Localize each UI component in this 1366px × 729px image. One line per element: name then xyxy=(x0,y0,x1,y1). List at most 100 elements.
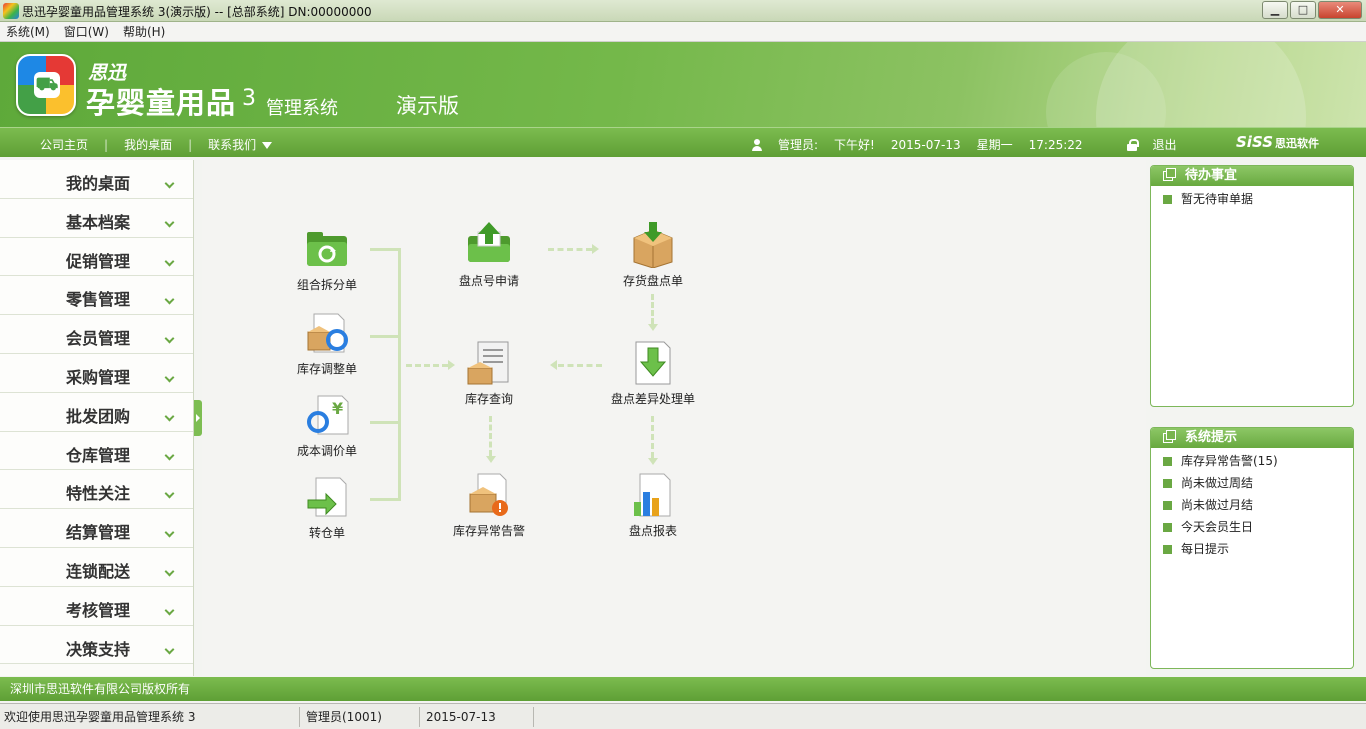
flow-node-stock-alert[interactable]: 库存异常告警 xyxy=(429,472,549,539)
bullet-icon xyxy=(1163,501,1172,510)
status-welcome: 欢迎使用思迅孕婴童用品管理系统 3 xyxy=(0,707,300,727)
flow-node-label: 盘点报表 xyxy=(628,524,677,538)
system-tips-title: 系统提示 xyxy=(1185,430,1238,445)
list-item[interactable]: 每日提示 xyxy=(1163,540,1353,562)
sidebar-item-label: 基本档案 xyxy=(66,212,131,232)
bullet-icon xyxy=(1163,195,1172,204)
flow-node-stock-adjust[interactable]: 库存调整单 xyxy=(267,310,387,377)
sidebar-item-archives[interactable]: 基本档案 xyxy=(0,198,193,238)
menu-help[interactable]: 帮助(H) xyxy=(123,23,165,40)
nav-company-home[interactable]: 公司主页 xyxy=(40,136,88,153)
sidebar-item-label: 会员管理 xyxy=(66,329,131,349)
sidebar-item-distribution[interactable]: 连锁配送 xyxy=(0,547,193,587)
nav-separator: | xyxy=(188,137,193,152)
minimize-button[interactable]: ▁ xyxy=(1262,1,1288,19)
sidebar-item-decision[interactable]: 决策支持 xyxy=(0,625,193,665)
maximize-button[interactable]: □ xyxy=(1290,1,1316,19)
panel-window-icon xyxy=(1163,168,1176,181)
product-version: 3 xyxy=(242,86,256,111)
chevron-down-icon xyxy=(164,333,175,344)
list-item-label: 每日提示 xyxy=(1181,542,1230,556)
flow-node-count-report[interactable]: 盘点报表 xyxy=(593,472,713,539)
flow-node-label: 成本调价单 xyxy=(296,444,357,458)
bullet-icon xyxy=(1163,523,1172,532)
status-datetime: 2015-07-13 17:25 xyxy=(422,707,534,727)
workflow-area: 组合拆分单 库存调整单 ¥ 成本调价单 转仓单 盘点号申请 库存查询 库存异常告… xyxy=(202,160,1146,676)
nav-contact-us[interactable]: 联系我们 xyxy=(208,136,273,153)
flow-node-label: 库存调整单 xyxy=(296,362,357,376)
list-item[interactable]: 库存异常告警(15) xyxy=(1163,452,1353,474)
close-button[interactable]: ✕ xyxy=(1318,1,1362,19)
flow-node-count-apply[interactable]: 盘点号申请 xyxy=(429,222,549,289)
window-title: 思迅孕婴童用品管理系统 3(演示版) -- [总部系统] DN:00000000 xyxy=(22,5,372,19)
todo-panel: 待办事宜 暂无待审单据 xyxy=(1150,165,1354,407)
system-tips-header: 系统提示 xyxy=(1151,428,1353,448)
sidebar-item-promotion[interactable]: 促销管理 xyxy=(0,237,193,277)
sidebar-item-purchase[interactable]: 采购管理 xyxy=(0,353,193,393)
flow-connector xyxy=(398,248,401,501)
flow-node-transfer[interactable]: 转仓单 xyxy=(267,474,387,541)
company-logo-sub: 思迅软件 xyxy=(1275,137,1320,150)
chevron-down-icon xyxy=(164,527,175,538)
sidebar-item-settlement[interactable]: 结算管理 xyxy=(0,509,193,548)
app-icon xyxy=(3,3,19,19)
list-item-label: 暂无待审单据 xyxy=(1181,192,1254,206)
arrow-document-icon xyxy=(304,474,350,520)
list-item[interactable]: 尚未做过月结 xyxy=(1163,496,1353,518)
flow-node-combo-split[interactable]: 组合拆分单 xyxy=(267,226,387,293)
nav-separator: | xyxy=(104,137,109,152)
list-item[interactable]: 今天会员生日 xyxy=(1163,518,1353,540)
copyright-footer: 深圳市思迅软件有限公司版权所有 xyxy=(0,677,1366,701)
chevron-down-icon xyxy=(164,411,175,422)
sidebar-collapse-handle[interactable] xyxy=(194,400,202,436)
status-bar: 欢迎使用思迅孕婴童用品管理系统 3 管理员(1001) 2015-07-13 1… xyxy=(0,703,1366,729)
current-date: 2015-07-13 xyxy=(890,137,961,152)
sidebar-item-label: 决策支持 xyxy=(66,639,131,659)
sidebar-item-features[interactable]: 特性关注 xyxy=(0,470,193,510)
list-item-label: 尚未做过月结 xyxy=(1181,498,1254,512)
flow-node-cost-adjust[interactable]: ¥ 成本调价单 xyxy=(267,392,387,459)
chevron-down-icon xyxy=(164,450,175,461)
flow-node-count-sheet[interactable]: 存货盘点单 xyxy=(593,222,713,289)
flow-node-label: 存货盘点单 xyxy=(622,274,683,288)
sidebar-item-label: 批发团购 xyxy=(66,406,131,426)
flow-dashed-arrow xyxy=(651,416,654,458)
menu-system[interactable]: 系统(M) xyxy=(6,23,50,40)
nav-contact-label: 联系我们 xyxy=(208,138,257,152)
todo-panel-title: 待办事宜 xyxy=(1185,168,1238,183)
chevron-down-icon xyxy=(164,294,175,305)
sidebar-item-desktop[interactable]: 我的桌面 xyxy=(0,160,193,199)
folder-upload-icon xyxy=(466,222,512,268)
arrow-down-icon xyxy=(648,324,658,331)
current-weekday: 星期一 xyxy=(976,138,1013,152)
bullet-icon xyxy=(1163,545,1172,554)
flow-node-stock-query[interactable]: 库存查询 xyxy=(429,340,549,407)
list-item[interactable]: 尚未做过周结 xyxy=(1163,474,1353,496)
list-item[interactable]: 暂无待审单据 xyxy=(1163,190,1353,212)
sidebar-item-warehouse[interactable]: 仓库管理 xyxy=(0,431,193,471)
todo-panel-header: 待办事宜 xyxy=(1151,166,1353,186)
sidebar-item-retail[interactable]: 零售管理 xyxy=(0,276,193,316)
logout-link[interactable]: 退出 xyxy=(1153,136,1177,153)
user-label: 管理员: xyxy=(778,138,819,152)
status-user: 管理员(1001) xyxy=(302,707,420,727)
panel-window-icon xyxy=(1163,430,1176,443)
menu-window[interactable]: 窗口(W) xyxy=(64,23,109,40)
flow-node-label: 组合拆分单 xyxy=(296,278,357,292)
top-navbar: 公司主页 | 我的桌面 | 联系我们 管理员: 下午好! 2015-07-13 … xyxy=(0,127,1366,157)
sidebar-item-member[interactable]: 会员管理 xyxy=(0,315,193,354)
sidebar-item-label: 采购管理 xyxy=(66,367,131,387)
chevron-down-icon xyxy=(164,566,175,577)
flow-node-label: 库存异常告警 xyxy=(452,524,525,538)
list-item-label: 库存异常告警(15) xyxy=(1181,454,1278,468)
flow-node-count-diff[interactable]: 盘点差异处理单 xyxy=(593,340,713,407)
nav-my-desktop[interactable]: 我的桌面 xyxy=(124,136,172,153)
sidebar-item-label: 仓库管理 xyxy=(66,445,131,465)
bullet-icon xyxy=(1163,479,1172,488)
lock-icon xyxy=(1126,138,1139,151)
list-item-label: 尚未做过周结 xyxy=(1181,476,1254,490)
sidebar-item-wholesale[interactable]: 批发团购 xyxy=(0,392,193,432)
sidebar-item-assessment[interactable]: 考核管理 xyxy=(0,586,193,626)
sidebar-item-label: 结算管理 xyxy=(66,523,131,543)
sidebar-item-label: 考核管理 xyxy=(66,600,131,620)
